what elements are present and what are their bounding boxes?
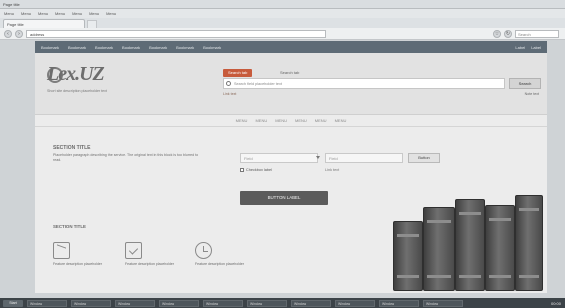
address-bar[interactable]: address [26,29,326,38]
taskbar-item[interactable]: Window [115,299,155,307]
taskbar-item[interactable]: Window [27,299,67,307]
menu-item[interactable]: Menu [106,11,116,16]
back-icon[interactable]: ‹ [4,29,12,38]
site-search-input[interactable]: Search field placeholder text [223,78,505,89]
star-icon[interactable]: ☆ [493,30,501,38]
browser-search-input[interactable]: Search [515,30,559,38]
bookmark-item[interactable]: Bookmark [68,45,86,50]
main-menu-item[interactable]: MENU [255,118,267,123]
taskbar-item[interactable]: Window [423,299,463,307]
window-title: Page title [3,1,20,7]
bookmark-item[interactable]: Bookmark [122,45,140,50]
search-tab[interactable]: Search tab [275,69,304,77]
book-illustration [423,207,455,291]
main-menu-item[interactable]: MENU [315,118,327,123]
check-icon [125,242,142,259]
mail-icon [53,242,70,259]
advanced-search-link[interactable]: Link text [223,92,236,96]
search-tab-active[interactable]: Search tab [223,69,253,77]
taskbar-item[interactable]: Window [379,299,419,307]
menu-item[interactable]: Menu [55,11,65,16]
main-menu-item[interactable]: MENU [236,118,248,123]
book-illustration [485,205,515,291]
taskbar-item[interactable]: Window [335,299,375,307]
taskbar-item[interactable]: Window [291,299,331,307]
taskbar-item[interactable]: Window [203,299,243,307]
feature-text: Feature description placeholder [53,262,103,266]
taskbar-clock: 00:00 [550,300,561,306]
main-menu-item[interactable]: MENU [335,118,347,123]
search-icon [226,81,231,86]
feature-text: Feature description placeholder [125,262,175,266]
menu-item[interactable]: Menu [38,11,48,16]
browser-tabbar: Page title [0,18,565,28]
browser-menubar: Menu Menu Menu Menu Menu Menu Menu [0,9,565,18]
menu-item[interactable]: Menu [4,11,14,16]
forward-icon[interactable]: › [15,29,23,38]
taskbar-item[interactable]: Window [159,299,199,307]
browser-nav-right: ☆ ↻ Search [493,30,559,38]
bookmark-item[interactable]: Bookmark [176,45,194,50]
bookmark-item[interactable]: Label [515,45,525,50]
features-title: SECTION TITLE [53,224,86,229]
window-titlebar: Page title [0,0,565,9]
remember-me[interactable]: Checkbox label [240,168,272,172]
clock-icon [195,242,212,259]
site-main-menu: MENU MENU MENU MENU MENU MENU [35,115,547,127]
menu-item[interactable]: Menu [72,11,82,16]
feature-item[interactable]: Feature description placeholder [53,242,113,266]
header-note: Note text [524,92,539,96]
chevron-down-icon[interactable] [316,156,320,159]
os-taskbar: Start Window Window Window Window Window… [0,298,565,308]
site-tagline: Short site description placeholder text [47,89,107,93]
login-input[interactable]: Field [240,153,318,163]
bookmarks-right: Label Label [515,45,541,50]
feature-item[interactable]: Feature description placeholder [195,242,255,266]
site-logo[interactable]: Lex.UZ [47,63,105,86]
new-tab-button[interactable] [87,20,97,28]
password-input[interactable]: Field [325,153,403,163]
start-button[interactable]: Start [3,299,23,307]
bookmark-item[interactable]: Bookmark [149,45,167,50]
browser-tab-title: Page title [7,21,24,27]
bookmark-item[interactable]: Bookmark [95,45,113,50]
menu-item[interactable]: Menu [89,11,99,16]
menu-item[interactable]: Menu [21,11,31,16]
main-menu-item[interactable]: MENU [295,118,307,123]
bookmark-item[interactable]: Bookmark [203,45,221,50]
browser-tab[interactable]: Page title [3,19,85,28]
feature-item[interactable]: Feature description placeholder [125,242,185,266]
book-illustration [515,195,543,291]
about-text: Placeholder paragraph describing the ser… [53,153,199,162]
register-button[interactable]: BUTTON LABEL [240,191,328,205]
login-button[interactable]: Button [408,153,440,163]
remember-label: Checkbox label [246,168,272,172]
forgot-password-link[interactable]: Link text [325,168,339,172]
refresh-icon[interactable]: ↻ [504,30,512,38]
remember-checkbox[interactable] [240,168,244,172]
book-illustration [455,199,485,291]
feature-text: Feature description placeholder [195,262,245,266]
main-menu-item[interactable]: MENU [275,118,287,123]
taskbar-item[interactable]: Window [247,299,287,307]
bookmark-item[interactable]: Label [531,45,541,50]
browser-navbar: ‹ › address ☆ ↻ Search [0,28,565,40]
site-search-button[interactable]: Search [509,78,541,89]
site-search-placeholder: Search field placeholder text [234,82,282,86]
site-header: Lex.UZ Short site description placeholde… [35,53,547,115]
web-page: Lex.UZ Short site description placeholde… [35,53,547,293]
about-title: SECTION TITLE [53,145,91,151]
bookmark-item[interactable]: Bookmark [41,45,59,50]
bookmarks-bar: Bookmark Bookmark Bookmark Bookmark Book… [35,41,547,53]
book-illustration [393,221,423,291]
books-illustration [393,181,543,291]
taskbar-item[interactable]: Window [71,299,111,307]
